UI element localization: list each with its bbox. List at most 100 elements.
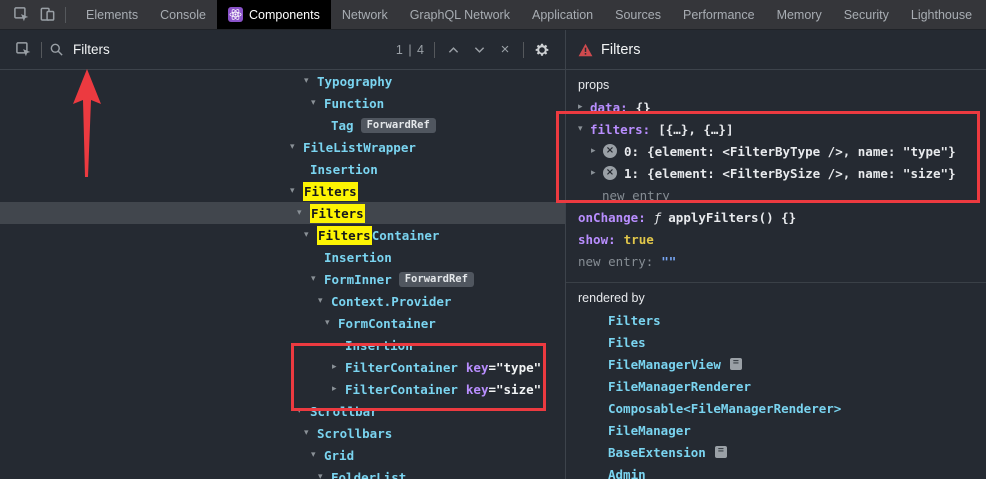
expand-arrow-icon[interactable]: ▾ <box>290 142 303 152</box>
tree-row[interactable]: ▾FileListWrapper <box>0 136 565 158</box>
pick-component-icon[interactable] <box>10 37 36 63</box>
tab-label: GraphQL Network <box>410 8 510 22</box>
expand-arrow-icon[interactable]: ▸ <box>332 362 345 372</box>
rendered-by-item[interactable]: FileManagerRenderer <box>578 375 974 397</box>
rendered-by-item[interactable]: BaseExtension= <box>578 441 974 463</box>
memo-equal-badge: = <box>730 358 742 370</box>
forwardref-badge: ForwardRef <box>399 272 474 287</box>
tab-components[interactable]: Components <box>217 0 331 29</box>
tree-row[interactable]: Insertion <box>0 246 565 268</box>
prop-key: data: <box>590 100 628 115</box>
tree-row[interactable]: TagForwardRef <box>0 114 565 136</box>
tab-console[interactable]: Console <box>149 0 217 29</box>
rendered-by-item[interactable]: FileManager <box>578 419 974 441</box>
tab-graphql-network[interactable]: GraphQL Network <box>399 0 521 29</box>
tree-row[interactable]: ▾Filters <box>0 202 565 224</box>
tree-row[interactable]: ▾Grid <box>0 444 565 466</box>
toolbar-divider <box>523 42 524 58</box>
prop-key: onChange: <box>578 210 646 225</box>
prop-row[interactable]: ▾filters:[{…}, {…}] <box>578 118 974 140</box>
tab-application[interactable]: Application <box>521 0 604 29</box>
tree-row[interactable]: ▾Context.Provider <box>0 290 565 312</box>
component-name: Context.Provider <box>331 294 451 309</box>
rendered-by-item[interactable]: Files <box>578 331 974 353</box>
props-section: props ▸data:{}▾filters:[{…}, {…}]▸×0:{el… <box>566 70 986 282</box>
component-name: Scrollbar <box>310 404 378 419</box>
expand-arrow-icon[interactable]: ▸ <box>591 146 603 156</box>
prop-row[interactable]: new entry:"" <box>578 250 974 272</box>
expand-arrow-icon[interactable]: ▾ <box>311 450 324 460</box>
tab-lighthouse[interactable]: Lighthouse <box>900 0 983 29</box>
device-toolbar-icon[interactable] <box>34 2 60 28</box>
prop-row[interactable]: onChange:ƒapplyFilters() {} <box>578 206 974 228</box>
component-name: FormContainer <box>338 316 436 331</box>
expand-arrow-icon[interactable]: ▸ <box>591 168 603 178</box>
owner-component-name: Filters <box>608 313 661 328</box>
previous-result-icon[interactable] <box>440 37 466 63</box>
expand-arrow-icon[interactable]: ▾ <box>318 296 331 306</box>
tree-row[interactable]: ▾FormInnerForwardRef <box>0 268 565 290</box>
props-list: ▸data:{}▾filters:[{…}, {…}]▸×0:{element:… <box>578 96 974 272</box>
settings-gear-icon[interactable] <box>529 37 555 63</box>
prop-row[interactable]: new entry <box>578 184 974 206</box>
expand-arrow-icon[interactable]: ▾ <box>311 98 324 108</box>
tree-row[interactable]: ▸FilterContainer key="size" <box>0 378 565 400</box>
search-input[interactable] <box>73 42 313 57</box>
expand-arrow-icon[interactable]: ▾ <box>304 76 317 86</box>
tree-row[interactable]: Insertion <box>0 334 565 356</box>
next-result-icon[interactable] <box>466 37 492 63</box>
prop-row[interactable]: ▸×0:{element: <FilterByType />, name: "t… <box>578 140 974 162</box>
prop-key: 0: <box>624 144 639 159</box>
tree-row[interactable]: ▾Scrollbars <box>0 422 565 444</box>
expand-arrow-icon[interactable]: ▾ <box>297 406 310 416</box>
expand-arrow-icon[interactable]: ▾ <box>297 208 310 218</box>
tab-network[interactable]: Network <box>331 0 399 29</box>
expand-arrow-icon[interactable]: ▸ <box>578 102 590 112</box>
prop-row[interactable]: show:true <box>578 228 974 250</box>
expand-arrow-icon[interactable]: ▸ <box>332 384 345 394</box>
component-name: FilterContainer <box>345 382 458 397</box>
rendered-by-item[interactable]: Filters <box>578 309 974 331</box>
expand-arrow-icon[interactable]: ▾ <box>290 186 303 196</box>
rendered-by-item[interactable]: Admin <box>578 463 974 479</box>
expand-arrow-icon[interactable]: ▾ <box>311 274 324 284</box>
tab-memory[interactable]: Memory <box>766 0 833 29</box>
remove-entry-icon[interactable]: × <box>603 166 617 180</box>
inspect-element-icon[interactable] <box>8 2 34 28</box>
tree-row[interactable]: ▸FilterContainerkey="type" <box>0 356 565 378</box>
rendered-by-item[interactable]: Composable<FileManagerRenderer> <box>578 397 974 419</box>
tree-row[interactable]: ▾Filters <box>0 180 565 202</box>
tab-sources[interactable]: Sources <box>604 0 672 29</box>
toolbar-divider <box>41 42 42 58</box>
tree-row[interactable]: ▾FiltersContainer <box>0 224 565 246</box>
remove-entry-icon[interactable]: × <box>603 144 617 158</box>
prop-key: 1: <box>624 166 639 181</box>
prop-row[interactable]: ▸data:{} <box>578 96 974 118</box>
rendered-by-item[interactable]: FileManagerView= <box>578 353 974 375</box>
expand-arrow-icon[interactable]: ▾ <box>304 230 317 240</box>
tree-row[interactable]: ▾Scrollbar <box>0 400 565 422</box>
component-name: Scrollbars <box>317 426 392 441</box>
tab-security[interactable]: Security <box>833 0 900 29</box>
expand-arrow-icon[interactable]: ▾ <box>304 428 317 438</box>
tree-row[interactable]: ▾Function <box>0 92 565 114</box>
rendered-by-header: rendered by <box>578 291 974 309</box>
tree-row[interactable]: ▾Typography <box>0 70 565 92</box>
key-attribute-value: ="size" <box>488 382 541 397</box>
key-attribute-name: key <box>466 382 489 397</box>
clear-search-icon[interactable]: × <box>492 37 518 63</box>
tab-elements[interactable]: Elements <box>75 0 149 29</box>
expand-arrow-icon[interactable]: ▾ <box>325 318 338 328</box>
component-name: Typography <box>317 74 392 89</box>
expand-arrow-icon[interactable]: ▾ <box>318 472 331 479</box>
rendered-by-section: rendered by Filters FilesFileManagerView=… <box>566 283 986 479</box>
tab-performance[interactable]: Performance <box>672 0 766 29</box>
tree-row[interactable]: ▾FolderList <box>0 466 565 479</box>
tab-label: Console <box>160 8 206 22</box>
component-name: Insertion <box>310 162 378 177</box>
prop-row[interactable]: ▸×1:{element: <FilterBySize />, name: "s… <box>578 162 974 184</box>
tree-row[interactable]: Insertion <box>0 158 565 180</box>
expand-arrow-icon[interactable]: ▾ <box>578 124 590 134</box>
tree-row[interactable]: ▾FormContainer <box>0 312 565 334</box>
prop-key: new entry: <box>578 254 653 269</box>
